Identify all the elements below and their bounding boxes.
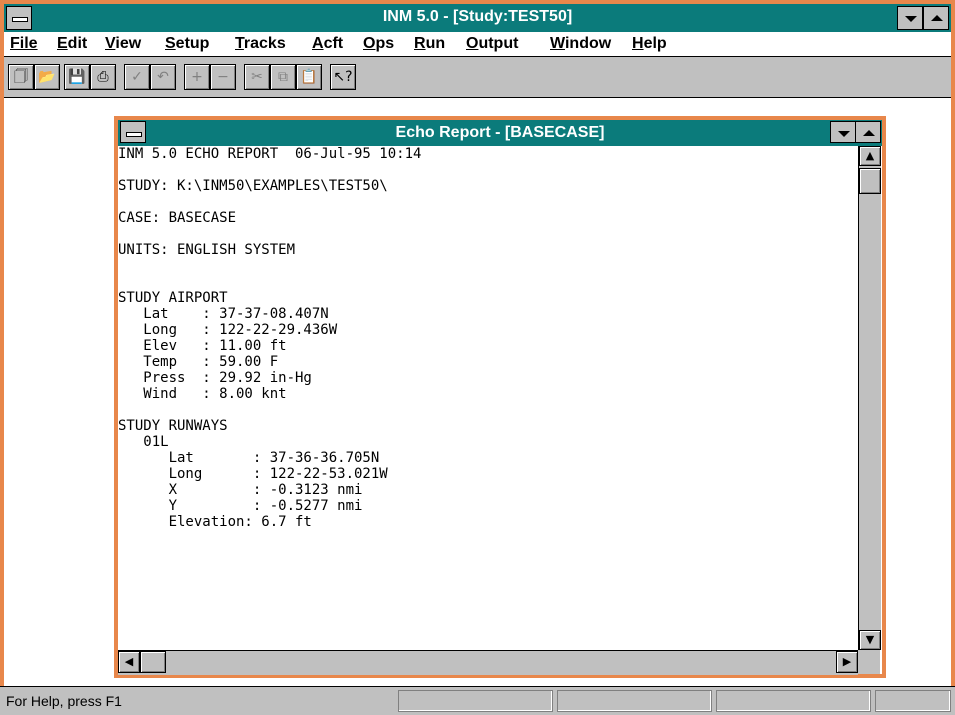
add-icon[interactable]: +: [184, 64, 210, 90]
report-line: STUDY: K:\INM50\EXAMPLES\TEST50\: [118, 178, 388, 194]
report-line: STUDY AIRPORT: [118, 290, 228, 306]
minimize-arrow-icon: [905, 16, 917, 22]
mdi-client-area: Echo Report - [BASECASE] INM 5.0 ECHO RE…: [4, 98, 951, 686]
echo-report-window: Echo Report - [BASECASE] INM 5.0 ECHO RE…: [114, 116, 886, 678]
open-folder-icon[interactable]: 📂: [34, 64, 60, 90]
child-minimize-button[interactable]: [830, 121, 856, 143]
report-line: Wind : 8.00 knt: [118, 386, 287, 402]
menu-file[interactable]: File: [10, 35, 38, 53]
horizontal-scrollbar[interactable]: ◀ ▶: [118, 650, 858, 675]
child-minimize-arrow-icon: [838, 131, 850, 137]
menu-bar: File Edit View Setup Tracks Acft Ops Run…: [4, 32, 951, 57]
copy-icon[interactable]: ⧉: [270, 64, 296, 90]
status-panel-2: [557, 690, 712, 712]
minimize-button[interactable]: [897, 6, 923, 30]
child-maximize-arrow-icon: [863, 130, 875, 136]
report-line: INM 5.0 ECHO REPORT 06-Jul-95 10:14: [118, 146, 422, 162]
menu-acft[interactable]: Acft: [312, 35, 343, 53]
scroll-right-button[interactable]: ▶: [836, 651, 858, 673]
toolbar: 🗍 📂 💾 ⎙ ✓ ↶ + − ✂ ⧉ 📋 ↖?: [4, 57, 951, 98]
horizontal-scroll-thumb[interactable]: [140, 651, 166, 673]
report-line: X : -0.3123 nmi: [118, 482, 363, 498]
report-line: [118, 274, 858, 290]
scroll-down-button[interactable]: ▼: [859, 630, 881, 650]
report-line: Y : -0.5277 nmi: [118, 498, 363, 514]
report-line: [118, 402, 858, 418]
report-line: Lat : 37-37-08.407N: [118, 306, 329, 322]
echo-report-title-bar[interactable]: Echo Report - [BASECASE]: [118, 120, 882, 146]
scroll-left-button[interactable]: ◀: [118, 651, 140, 673]
menu-edit[interactable]: Edit: [57, 35, 87, 53]
save-disk-icon[interactable]: 💾: [64, 64, 90, 90]
status-panel-4: [875, 690, 951, 712]
report-line: Press : 29.92 in-Hg: [118, 370, 312, 386]
context-help-icon[interactable]: ↖?: [330, 64, 356, 90]
scrollbar-corner: [858, 650, 880, 674]
maximize-arrow-icon: [931, 15, 943, 21]
report-line: STUDY RUNWAYS: [118, 418, 228, 434]
menu-ops[interactable]: Ops: [363, 35, 394, 53]
vertical-scroll-thumb[interactable]: [859, 168, 881, 194]
menu-help[interactable]: Help: [632, 35, 667, 53]
undo-icon[interactable]: ↶: [150, 64, 176, 90]
report-line: Long : 122-22-53.021W: [118, 466, 388, 482]
report-line: Lat : 37-36-36.705N: [118, 450, 380, 466]
menu-file-label: File: [10, 35, 38, 52]
status-panel-1: [398, 690, 553, 712]
report-line: [118, 194, 858, 210]
report-line: 01L: [118, 434, 169, 450]
report-line: CASE: BASECASE: [118, 210, 237, 226]
status-text: For Help, press F1: [6, 693, 122, 709]
menu-output[interactable]: Output: [466, 35, 518, 53]
menu-window[interactable]: Window: [550, 35, 611, 53]
check-icon[interactable]: ✓: [124, 64, 150, 90]
menu-run[interactable]: Run: [414, 35, 445, 53]
report-line: [118, 226, 858, 242]
report-line: [118, 162, 858, 178]
paste-icon[interactable]: 📋: [296, 64, 322, 90]
report-line: UNITS: ENGLISH SYSTEM: [118, 242, 296, 258]
status-panel-3: [716, 690, 871, 712]
report-line: Temp : 59.00 F: [118, 354, 279, 370]
report-content: INM 5.0 ECHO REPORT 06-Jul-95 10:14 STUD…: [118, 146, 858, 530]
echo-report-title: Echo Report - [BASECASE]: [395, 124, 605, 141]
maximize-button[interactable]: [923, 6, 949, 30]
echo-report-text[interactable]: INM 5.0 ECHO REPORT 06-Jul-95 10:14 STUD…: [118, 146, 858, 650]
remove-icon[interactable]: −: [210, 64, 236, 90]
menu-setup[interactable]: Setup: [165, 35, 209, 53]
scroll-up-button[interactable]: ▲: [859, 146, 881, 166]
app-title-bar[interactable]: INM 5.0 - [Study:TEST50]: [4, 4, 951, 32]
report-line: Long : 122-22-29.436W: [118, 322, 338, 338]
child-maximize-button[interactable]: [855, 121, 881, 143]
report-line: Elevation: 6.7 ft: [118, 514, 312, 530]
status-bar: For Help, press F1: [0, 686, 955, 715]
app-title: INM 5.0 - [Study:TEST50]: [382, 8, 573, 25]
report-line: Elev : 11.00 ft: [118, 338, 287, 354]
report-line: [118, 258, 858, 274]
new-file-icon[interactable]: 🗍: [8, 64, 34, 90]
menu-tracks[interactable]: Tracks: [235, 35, 286, 53]
vertical-scrollbar[interactable]: ▲ ▼: [858, 146, 881, 650]
print-icon[interactable]: ⎙: [90, 64, 116, 90]
menu-view[interactable]: View: [105, 35, 141, 53]
cut-icon[interactable]: ✂: [244, 64, 270, 90]
